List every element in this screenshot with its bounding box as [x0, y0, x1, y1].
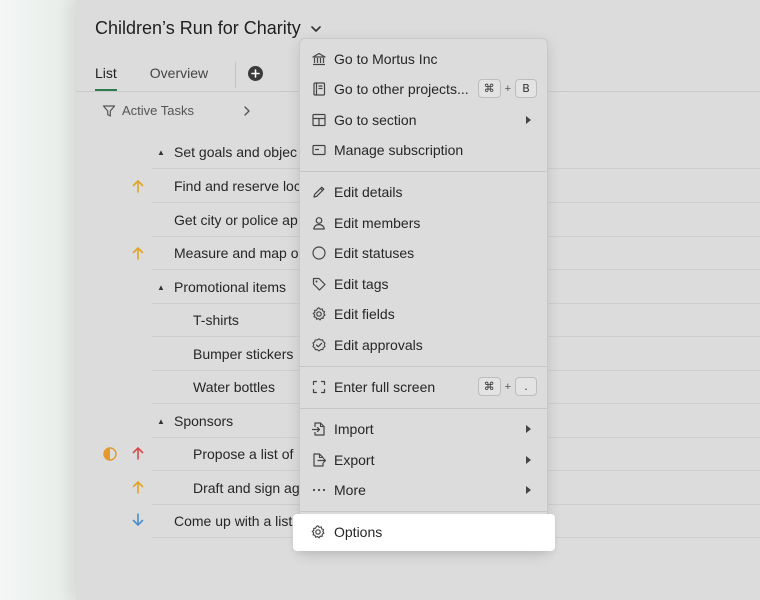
task-title: Bumper stickers	[193, 346, 294, 362]
more-icon	[312, 488, 326, 492]
menu-item-export[interactable]: Export	[300, 445, 547, 475]
task-title: Find and reserve loc	[174, 178, 301, 194]
collapse-caret-icon[interactable]: ▲	[157, 148, 165, 157]
tab-divider	[235, 62, 236, 88]
status-in-progress-icon[interactable]	[103, 447, 117, 461]
priority-high-arrow-icon	[132, 247, 144, 260]
task-title: T-shirts	[193, 312, 239, 328]
chevron-down-icon	[310, 25, 321, 32]
task-title: Get city or police ap	[174, 212, 298, 228]
export-icon	[313, 453, 327, 467]
fullscreen-icon	[312, 380, 326, 394]
menu-item-import[interactable]: Import	[300, 414, 547, 444]
menu-item-edit-fields[interactable]: Edit fields	[300, 299, 547, 329]
filter-label: Active Tasks	[122, 103, 195, 118]
tab-overview[interactable]: Overview	[150, 60, 208, 91]
menu-divider	[300, 511, 547, 512]
period-key: .	[515, 377, 537, 396]
project-title[interactable]: Children’s Run for Charity	[95, 18, 323, 39]
bank-icon	[312, 52, 326, 66]
menu-item-edit-statuses[interactable]: Edit statuses	[300, 238, 547, 268]
notebook-icon	[313, 82, 326, 96]
keyboard-shortcut: ⌘ + .	[477, 377, 537, 396]
collapse-caret-icon[interactable]: ▲	[157, 283, 165, 292]
priority-urgent-arrow-icon	[132, 447, 144, 460]
menu-item-go-to-other-projects[interactable]: Go to other projects... ⌘ + B	[300, 74, 547, 104]
menu-item-more[interactable]: More	[300, 475, 547, 505]
submenu-arrow-icon	[526, 116, 531, 124]
submenu-arrow-icon	[526, 425, 531, 433]
view-tabs: List Overview	[95, 60, 263, 92]
menu-item-options[interactable]: Options	[299, 517, 548, 547]
menu-item-enter-full-screen[interactable]: Enter full screen ⌘ + .	[300, 372, 547, 402]
menu-item-edit-approvals[interactable]: Edit approvals	[300, 330, 547, 360]
task-title: Sponsors	[174, 413, 234, 429]
task-title: Measure and map o	[174, 245, 299, 261]
menu-divider	[300, 408, 547, 409]
tag-icon	[312, 277, 326, 291]
collapse-caret-icon[interactable]: ▲	[157, 417, 165, 426]
submenu-arrow-icon	[526, 486, 531, 494]
priority-high-arrow-icon	[132, 180, 144, 193]
card-icon	[312, 144, 326, 156]
person-icon	[313, 217, 325, 230]
chevron-right-icon[interactable]	[240, 104, 254, 118]
project-title-text: Children’s Run for Charity	[95, 18, 301, 38]
tab-list[interactable]: List	[95, 60, 117, 91]
letter-key: B	[515, 79, 537, 98]
plus-icon	[251, 69, 260, 78]
pencil-icon	[313, 186, 325, 198]
menu-item-go-to-section[interactable]: Go to section	[300, 105, 547, 135]
task-title: Draft and sign ag	[193, 480, 300, 496]
command-key: ⌘	[477, 79, 501, 98]
menu-divider	[300, 366, 547, 367]
gear-icon	[311, 525, 325, 539]
task-title: Promotional items	[174, 279, 287, 295]
check-circle-icon	[312, 338, 326, 352]
task-title: Come up with a list	[174, 513, 293, 529]
filter-bar[interactable]: Active Tasks	[102, 103, 254, 118]
submenu-arrow-icon	[526, 456, 531, 464]
menu-item-edit-members[interactable]: Edit members	[300, 208, 547, 238]
priority-high-arrow-icon	[132, 481, 144, 494]
task-title: Propose a list of	[193, 446, 294, 462]
menu-item-edit-details[interactable]: Edit details	[300, 177, 547, 207]
shortcut-plus: +	[504, 82, 511, 95]
menu-item-manage-subscription[interactable]: Manage subscription	[300, 135, 547, 165]
filter-icon	[102, 104, 116, 117]
menu-item-go-to-workspace[interactable]: Go to Mortus Inc	[300, 44, 547, 74]
add-view-button[interactable]	[248, 66, 263, 81]
keyboard-shortcut: ⌘ + B	[477, 79, 537, 98]
menu-item-edit-tags[interactable]: Edit tags	[300, 269, 547, 299]
layout-icon	[312, 113, 326, 127]
command-key: ⌘	[477, 377, 501, 396]
menu-divider	[300, 171, 547, 172]
left-panel-edge	[0, 0, 76, 600]
circle-icon	[312, 246, 326, 260]
project-context-menu: Go to Mortus Inc Go to other projects...…	[299, 38, 548, 551]
task-title: Set goals and objec	[174, 144, 297, 160]
shortcut-plus: +	[504, 380, 511, 393]
task-title: Water bottles	[193, 379, 275, 395]
import-icon	[311, 422, 325, 436]
priority-low-arrow-icon	[132, 513, 144, 526]
gear-icon	[312, 307, 326, 321]
